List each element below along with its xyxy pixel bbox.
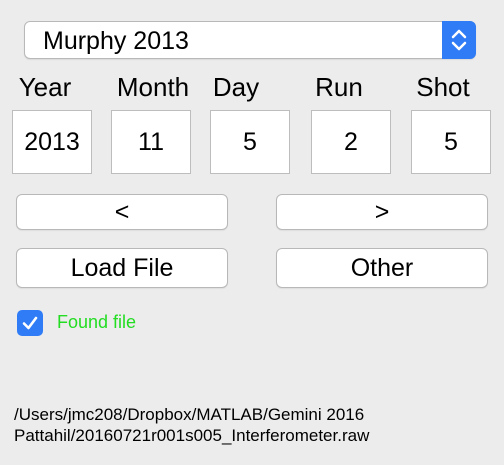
file-path-text: /Users/jmc208/Dropbox/MATLAB/Gemini 2016… (14, 404, 494, 446)
select-stepper[interactable] (442, 21, 476, 59)
found-file-label: Found file (57, 312, 137, 332)
previous-button[interactable]: < (16, 194, 228, 230)
month-label: Month (116, 72, 190, 102)
next-button[interactable]: > (276, 194, 488, 230)
chevron-up-down-icon (451, 29, 467, 51)
shot-database-select[interactable]: Murphy 2013 (24, 21, 476, 59)
run-label: Run (315, 72, 363, 102)
year-label: Year (18, 72, 72, 102)
shot-label: Shot (416, 72, 470, 102)
day-label: Day (212, 72, 260, 102)
found-file-checkbox[interactable] (17, 310, 43, 336)
load-file-button[interactable]: Load File (16, 248, 228, 288)
file-path-line-2: Pattahil/20160721r001s005_Interferometer… (14, 426, 370, 445)
select-value: Murphy 2013 (43, 27, 189, 55)
checkmark-icon (22, 316, 38, 330)
shot-field[interactable]: 5 (411, 110, 491, 174)
other-button[interactable]: Other (276, 248, 488, 288)
file-path-line-1: /Users/jmc208/Dropbox/MATLAB/Gemini 2016 (14, 405, 365, 424)
year-field[interactable]: 2013 (12, 110, 92, 174)
run-field[interactable]: 2 (311, 110, 391, 174)
month-field[interactable]: 11 (111, 110, 191, 174)
day-field[interactable]: 5 (210, 110, 290, 174)
